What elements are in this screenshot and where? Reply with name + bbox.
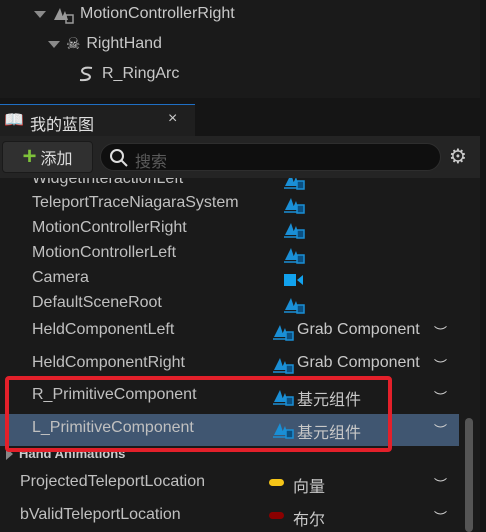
components-tree-panel: MotionControllerRight ☠ RightHand R_Ring…	[0, 0, 480, 98]
variable-name: MotionControllerRight	[32, 219, 187, 236]
variable-name: HeldComponentRight	[32, 354, 185, 371]
gear-icon[interactable]: ⚙	[449, 144, 467, 169]
variable-row[interactable]: bValidTeleportLocation 布尔 ︶	[0, 501, 459, 531]
variable-name: WidgetInteractionLeft	[32, 178, 184, 187]
variable-type: 布尔	[293, 512, 326, 529]
type-pill-icon	[269, 479, 284, 486]
variable-name: Camera	[32, 269, 89, 286]
variable-type: Grab Component	[297, 354, 420, 371]
tree-item[interactable]: R_RingArc	[76, 62, 179, 86]
tree-item[interactable]: ☠ RightHand	[48, 32, 162, 56]
visibility-eye-icon[interactable]: ︶	[434, 322, 447, 341]
tab-my-blueprint[interactable]: 📖 我的蓝图 ×	[0, 104, 195, 136]
spline-icon	[79, 66, 93, 82]
visibility-eye-icon[interactable]: ︶	[434, 474, 447, 493]
plus-icon: +	[22, 143, 37, 170]
type-pill-icon	[269, 512, 284, 519]
close-icon[interactable]: ×	[168, 110, 177, 128]
variable-name: bValidTeleportLocation	[20, 506, 181, 523]
search-icon	[110, 149, 128, 167]
visibility-eye-icon[interactable]: ︶	[434, 420, 447, 439]
search-input[interactable]: 搜索	[100, 143, 441, 171]
variable-name: MotionControllerLeft	[32, 244, 177, 261]
scene-component-icon	[54, 8, 74, 24]
expand-arrow-icon[interactable]	[48, 40, 60, 48]
variable-row[interactable]: HeldComponentRight Grab Component ︶	[0, 349, 459, 379]
variable-name: ProjectedTeleportLocation	[20, 473, 206, 490]
variable-row[interactable]: HeldComponentLeft Grab Component ︶	[0, 316, 459, 346]
variable-type: Grab Component	[297, 321, 420, 338]
scrollbar[interactable]	[465, 418, 473, 532]
variable-row[interactable]: ProjectedTeleportLocation 向量 ︶	[0, 468, 459, 498]
tree-item[interactable]: MotionControllerRight	[34, 2, 235, 26]
skeleton-icon: ☠	[66, 36, 81, 53]
visibility-eye-icon[interactable]: ︶	[434, 507, 447, 526]
scene-component-icon	[272, 321, 294, 346]
visibility-eye-icon[interactable]: ︶	[434, 355, 447, 374]
add-button[interactable]: + 添加	[2, 141, 93, 173]
highlight-box	[5, 376, 392, 452]
variable-type: 向量	[293, 479, 326, 496]
variable-name: DefaultSceneRoot	[32, 294, 162, 311]
variables-list: WidgetInteractionLeft TeleportTraceNiaga…	[0, 178, 480, 532]
visibility-eye-icon[interactable]: ︶	[434, 387, 447, 406]
expand-arrow-icon[interactable]	[34, 10, 46, 18]
variable-name: TeleportTraceNiagaraSystem	[32, 194, 239, 211]
book-icon: 📖	[4, 112, 24, 129]
variable-name: HeldComponentLeft	[32, 321, 175, 338]
variable-row[interactable]: DefaultSceneRoot	[0, 289, 459, 319]
